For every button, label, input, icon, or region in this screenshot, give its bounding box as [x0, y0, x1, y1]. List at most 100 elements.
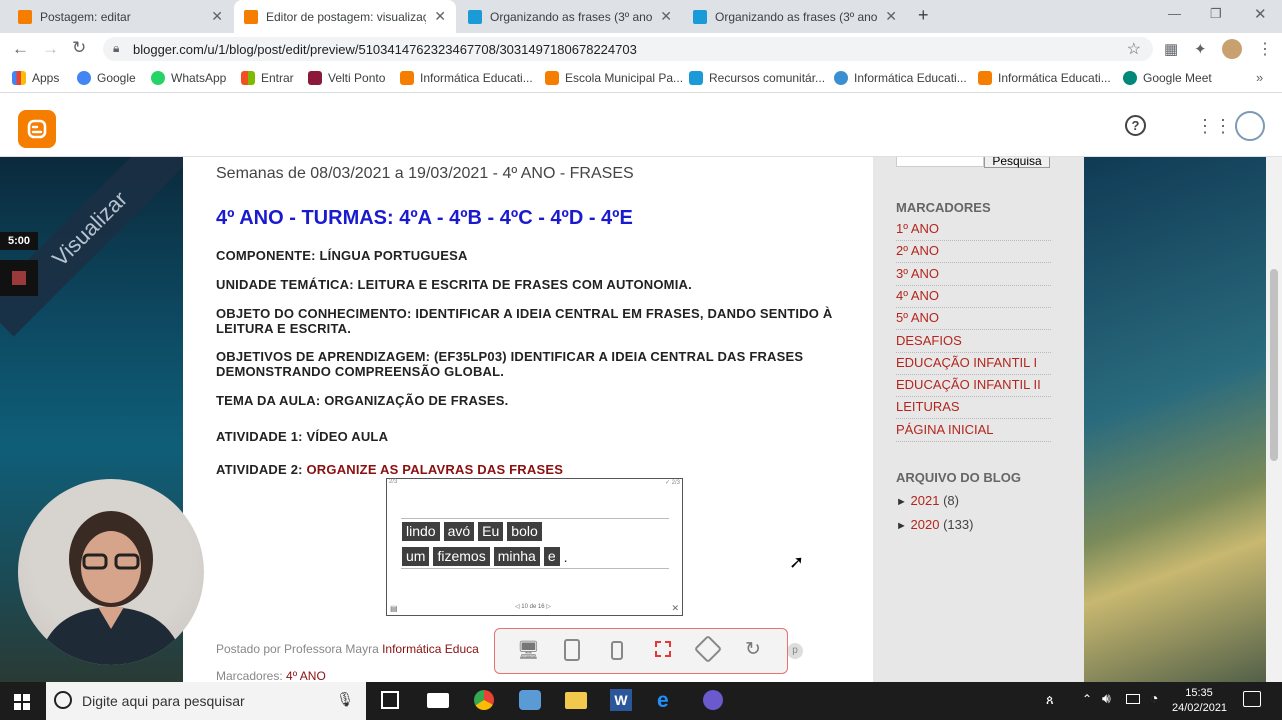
- sidebar-search-input[interactable]: [896, 157, 984, 167]
- bookmark-google[interactable]: Google: [77, 71, 136, 85]
- scrollbar[interactable]: [1266, 157, 1282, 682]
- embed-pager[interactable]: ◁ 10 de 16 ▷: [515, 603, 551, 610]
- bookmark-informatica-3[interactable]: Informática Educati...: [978, 71, 1111, 85]
- marcador-link[interactable]: EDUCAÇÃO INFANTIL I: [896, 353, 1051, 375]
- archive-item-2020[interactable]: ► 2020 (133): [896, 517, 973, 532]
- bookmark-informatica-1[interactable]: Informática Educati...: [400, 71, 533, 85]
- word-tile[interactable]: um: [402, 547, 430, 566]
- new-tab-button[interactable]: +: [918, 5, 929, 26]
- bookmark-whatsapp[interactable]: WhatsApp: [151, 71, 226, 85]
- close-tab-icon[interactable]: ✕: [211, 8, 223, 25]
- embed-counter-right: ✓ 2/3: [664, 480, 680, 486]
- marcador-link[interactable]: 2º ANO: [896, 241, 1051, 264]
- sidebar-search-button[interactable]: Pesquisa: [984, 157, 1050, 168]
- marcador-link[interactable]: 1º ANO: [896, 219, 1051, 241]
- scrollbar-thumb[interactable]: [1270, 269, 1278, 461]
- edge-icon[interactable]: e: [657, 689, 669, 713]
- chrome-icon[interactable]: [474, 690, 494, 710]
- file-explorer-icon[interactable]: [565, 692, 587, 709]
- tab-editor-visualizacao[interactable]: Editor de postagem: visualização ✕: [234, 0, 456, 33]
- blogger-logo-icon[interactable]: [18, 110, 56, 148]
- tray-chevron-icon[interactable]: ⌃: [1082, 692, 1092, 706]
- word-tile[interactable]: Eu: [478, 522, 504, 541]
- search-placeholder: Digite aqui para pesquisar: [82, 693, 245, 709]
- post-footer: Postado por Professora Mayra Informática…: [216, 642, 479, 656]
- marcador-link[interactable]: LEITURAS: [896, 397, 1051, 420]
- wordwall-embed[interactable]: 2/3 ✓ 2/3 lindo avó Eu bolo um fizemos minha e…: [386, 478, 683, 616]
- atividade2-link[interactable]: ORGANIZE AS PALAVRAS DAS FRASES: [306, 462, 563, 477]
- address-bar[interactable]: 🔒︎ blogger.com/u/1/blog/post/edit/previe…: [103, 37, 1153, 61]
- archive-item-2021[interactable]: ► 2021 (8): [896, 493, 959, 508]
- embed-close-icon[interactable]: ✕: [671, 603, 679, 614]
- notifications-icon[interactable]: [1243, 691, 1261, 707]
- microphone-icon[interactable]: 🎙︎: [336, 691, 354, 708]
- restore-icon[interactable]: ❐: [1210, 6, 1222, 22]
- bookmark-google-meet[interactable]: Google Meet: [1123, 71, 1212, 85]
- taskbar-search[interactable]: Digite aqui para pesquisar 🎙︎: [46, 682, 366, 720]
- refresh-icon[interactable]: ↻: [745, 638, 761, 661]
- fullscreen-icon[interactable]: [655, 641, 671, 657]
- bookmark-escola[interactable]: Escola Municipal Pa...: [545, 71, 683, 85]
- close-tab-icon[interactable]: ✕: [660, 8, 672, 25]
- webcam-overlay[interactable]: [18, 479, 204, 665]
- battery-icon[interactable]: [1126, 694, 1140, 704]
- marcador-link[interactable]: 4º ANO: [896, 286, 1051, 308]
- account-avatar[interactable]: [1235, 111, 1265, 141]
- close-tab-icon[interactable]: ✕: [885, 8, 897, 25]
- forward-icon[interactable]: →: [42, 39, 59, 59]
- phone-icon[interactable]: [611, 641, 623, 660]
- marcador-link[interactable]: EDUCAÇÃO INFANTIL II: [896, 375, 1051, 398]
- word-tile[interactable]: minha: [493, 547, 540, 566]
- bookmark-recursos[interactable]: Recursos comunitár...: [689, 71, 825, 85]
- pinterest-share-icon[interactable]: p: [787, 643, 803, 659]
- stop-recording-button[interactable]: [0, 260, 38, 296]
- word-icon[interactable]: W: [610, 689, 632, 711]
- mail-icon[interactable]: [427, 693, 449, 708]
- bookmark-star-icon[interactable]: ☆: [1127, 39, 1141, 59]
- embed-menu-icon[interactable]: ▤: [390, 604, 398, 613]
- word-tile[interactable]: e: [543, 547, 560, 566]
- paint-icon[interactable]: [519, 690, 541, 710]
- word-tile[interactable]: bolo: [507, 522, 542, 541]
- desktop-icon[interactable]: 🖥︎: [517, 640, 540, 661]
- bookmark-apps[interactable]: Apps: [12, 71, 59, 85]
- bookmark-informatica-2[interactable]: Informática Educati...: [834, 71, 967, 85]
- bookmark-velti[interactable]: Velti Ponto: [308, 71, 385, 85]
- close-window-icon[interactable]: ✕: [1254, 5, 1267, 23]
- bookmark-entrar[interactable]: Entrar: [241, 71, 294, 85]
- apps-grid-icon[interactable]: ▦: [1164, 40, 1178, 58]
- rotate-icon[interactable]: [693, 634, 723, 664]
- tab-postagem-editar[interactable]: Postagem: editar ✕: [8, 0, 233, 33]
- apps-icon: [12, 71, 26, 85]
- menu-kebab-icon[interactable]: ⋮: [1257, 39, 1273, 59]
- taskbar-clock[interactable]: 15:35 24/02/2021: [1172, 686, 1227, 716]
- back-icon[interactable]: ←: [12, 39, 29, 59]
- reload-icon[interactable]: ↻: [72, 38, 86, 58]
- minimize-icon[interactable]: —: [1168, 6, 1181, 21]
- extensions-icon[interactable]: ✦: [1194, 40, 1207, 58]
- label-link[interactable]: 4º ANO: [286, 669, 326, 682]
- marcador-link[interactable]: DESAFIOS: [896, 331, 1051, 353]
- marcador-link[interactable]: 3º ANO: [896, 264, 1051, 286]
- author-link[interactable]: Informática Educa: [382, 642, 479, 656]
- tab-organizando-frases-2[interactable]: Organizando as frases (3º ano) - ✕: [683, 0, 907, 33]
- tablet-icon[interactable]: [564, 639, 580, 661]
- tab-organizando-frases-1[interactable]: Organizando as frases (3º ano) - ✕: [458, 0, 682, 33]
- task-view-icon[interactable]: [381, 691, 399, 709]
- people-icon[interactable]: ጰ: [1046, 692, 1054, 708]
- windows-start-icon[interactable]: [14, 694, 30, 710]
- tab-title: Postagem: editar: [40, 9, 131, 24]
- word-tile[interactable]: avó: [443, 522, 475, 541]
- close-tab-icon[interactable]: ✕: [434, 8, 446, 25]
- word-tile[interactable]: fizemos: [433, 547, 490, 566]
- app-icon[interactable]: [703, 690, 723, 710]
- bookmarks-bar: Apps Google WhatsApp Entrar Velti Ponto …: [0, 65, 1282, 93]
- marcador-link[interactable]: PÁGINA INICIAL: [896, 420, 1051, 442]
- help-icon[interactable]: ?: [1125, 115, 1146, 136]
- wifi-icon[interactable]: ◔: [1150, 690, 1158, 706]
- word-tile[interactable]: lindo: [402, 522, 440, 541]
- profile-avatar[interactable]: [1222, 39, 1242, 59]
- more-bookmarks-icon[interactable]: »: [1256, 70, 1263, 85]
- volume-icon[interactable]: 🔊︎: [1102, 690, 1111, 707]
- marcador-link[interactable]: 5º ANO: [896, 308, 1051, 331]
